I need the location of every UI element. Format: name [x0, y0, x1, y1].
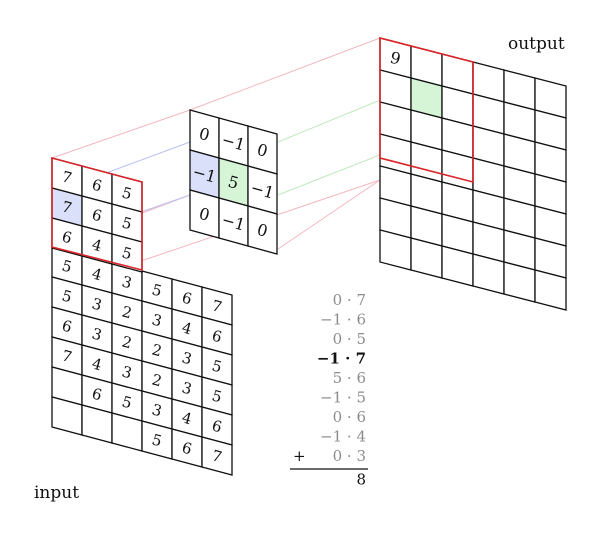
- sum-term: −1 · 6: [320, 311, 366, 329]
- sum-term: 0 · 3: [333, 447, 366, 465]
- sum-term: 0 · 6: [333, 408, 366, 426]
- computation-sum: 0 · 7 −1 · 60 · 5 −1 · 75 · 6 −1 · 50 · 6 −1…: [290, 291, 368, 489]
- sum-result: 8: [356, 471, 366, 489]
- sum-term: 0 · 7: [333, 291, 366, 309]
- input-label: input: [34, 483, 79, 503]
- connector-line: [189, 37, 381, 111]
- convolution-diagram: 5435675323466322357432356534656776576564…: [0, 0, 600, 543]
- sum-term: 5 · 6: [333, 369, 366, 387]
- sum-term: −1 · 4: [320, 428, 366, 446]
- diagram-canvas: 5 4 3 5 6 75 3 2 3 4 66 3 2 2 3 57 4 3 2 3 56 5 3 4 65 6 77 6 57 6 56 4…: [34, 34, 567, 503]
- sum-term: −1 · 7: [317, 350, 366, 368]
- connector-line: [51, 109, 191, 159]
- plus-sign: +: [293, 447, 306, 465]
- kernel-grid: 0 −1 0−1 5 −10 −1 0: [189, 109, 278, 255]
- output-grid: 9: [379, 36, 567, 311]
- connector-line: [140, 194, 191, 213]
- output-label: output: [508, 34, 565, 54]
- sum-term: 0 · 5: [333, 330, 366, 348]
- sum-term: −1 · 5: [320, 389, 366, 407]
- connector-line: [277, 179, 381, 250]
